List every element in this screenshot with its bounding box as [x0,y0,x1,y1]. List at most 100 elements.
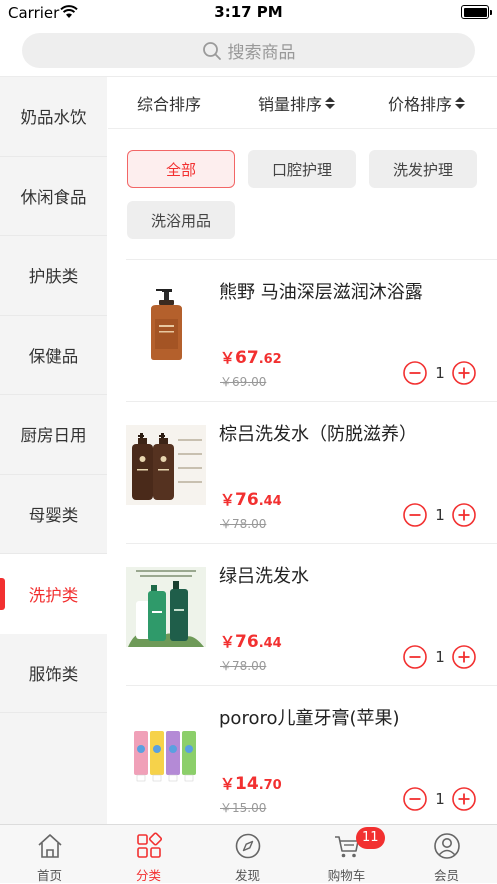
decrease-button[interactable] [403,787,427,811]
tab-label: 发现 [234,868,260,883]
tab-label: 分类 [135,868,161,883]
divider [126,259,497,260]
sort-arrows-icon [325,96,336,110]
sort-comprehensive[interactable]: 综合排序 [137,77,201,129]
sort-price[interactable]: 价格排序 [388,77,466,129]
divider [126,685,497,686]
product-card[interactable]: pororo儿童牙膏(苹果) ￥14.70 ￥15.00 1 [108,685,497,827]
chip-bath[interactable]: 洗浴用品 [127,201,235,239]
sidebar-item-dairy-drinks[interactable]: 奶品水饮 [0,77,107,157]
price-integer: 76 [235,490,259,510]
increase-button[interactable] [452,787,476,811]
active-indicator [0,578,5,610]
battery-icon [461,5,492,19]
tab-category[interactable]: 分类 [99,825,198,884]
cart-badge: 11 [356,827,385,849]
product-price: ￥76.44 [220,631,282,652]
chip-all[interactable]: 全部 [127,150,235,188]
product-price: ￥67.62 [220,347,282,368]
sidebar-item-label: 服饰类 [28,664,79,684]
search-icon [202,41,221,60]
chip-label: 口腔护理 [271,160,332,179]
sort-sales[interactable]: 销量排序 [258,77,336,129]
chip-label: 全部 [165,160,196,179]
decrease-button[interactable] [403,645,427,669]
product-name: pororo儿童牙膏(苹果) [219,708,400,729]
sidebar-item-label: 护肤类 [28,267,79,287]
sidebar-item-label: 奶品水饮 [20,108,87,128]
increase-button[interactable] [452,361,476,385]
tab-bar: 首页 分类 发现 购物车 会员 [0,824,497,883]
quantity: 1 [435,790,445,808]
product-image [126,567,206,647]
category-sidebar: 奶品水饮 休闲食品 护肤类 保健品 厨房日用 母婴类 洗护类 服饰类 [0,77,107,824]
tab-discover[interactable]: 发现 [198,825,297,884]
increase-button[interactable] [452,503,476,527]
sort-label: 综合排序 [137,95,202,114]
product-name: 棕吕洗发水（防脱滋养） [219,424,417,445]
search-placeholder: 搜索商品 [227,43,296,63]
price-decimal: .70 [258,778,282,793]
price-decimal: .44 [258,494,282,509]
divider [126,401,497,402]
chip-oral-care[interactable]: 口腔护理 [248,150,356,188]
sidebar-item-label: 休闲食品 [20,187,87,207]
currency-symbol: ￥ [220,633,236,651]
home-icon [38,834,62,858]
price-integer: 76 [235,632,259,652]
sidebar-item-health[interactable]: 保健品 [0,316,107,395]
chip-label: 洗浴用品 [150,211,211,230]
sidebar-item-baby[interactable]: 母婴类 [0,475,107,554]
tab-home[interactable]: 首页 [0,825,99,884]
quantity: 1 [435,648,445,666]
original-price: ￥15.00 [220,801,267,815]
original-price: ￥78.00 [220,659,267,673]
original-price: ￥78.00 [220,517,267,531]
currency-symbol: ￥ [220,349,236,367]
product-card[interactable]: 棕吕洗发水（防脱滋养） ￥76.44 ￥78.00 1 [108,401,497,543]
tab-label: 购物车 [327,868,366,883]
product-name: 绿吕洗发水 [219,566,309,587]
search-bar[interactable]: 搜索商品 [22,33,475,68]
price-integer: 67 [235,348,259,368]
product-price: ￥14.70 [220,773,282,794]
sidebar-item-kitchen[interactable]: 厨房日用 [0,395,107,475]
chip-label: 洗发护理 [392,160,453,179]
currency-symbol: ￥ [220,491,236,509]
sidebar-item-label: 厨房日用 [20,426,87,446]
price-decimal: .62 [258,352,282,367]
product-image [126,709,206,789]
sidebar-item-label: 保健品 [28,346,79,366]
product-card[interactable]: 绿吕洗发水 ￥76.44 ￥78.00 1 [108,543,497,685]
product-image [126,425,206,505]
tab-member[interactable]: 会员 [397,825,496,884]
divider [126,543,497,544]
sidebar-item-label: 洗护类 [28,585,79,605]
clock: 3:17 PM [214,3,283,21]
quantity: 1 [435,364,445,382]
sidebar-item-label: 母婴类 [28,505,79,525]
quantity: 1 [435,506,445,524]
tab-label: 会员 [433,868,459,883]
sort-arrows-icon [455,96,466,110]
sidebar-item-washcare[interactable]: 洗护类 [0,554,107,634]
product-card[interactable]: 熊野 马油深层滋润沐浴露 ￥67.62 ￥69.00 1 [108,259,497,401]
sidebar-item-skincare[interactable]: 护肤类 [0,236,107,316]
sidebar-item-apparel[interactable]: 服饰类 [0,634,107,713]
compass-icon [235,833,261,859]
sort-bar: 综合排序 销量排序 价格排序 [108,77,497,129]
category-icon [137,832,163,858]
price-integer: 14 [235,774,259,794]
original-price: ￥69.00 [220,375,267,389]
decrease-button[interactable] [403,503,427,527]
increase-button[interactable] [452,645,476,669]
status-bar: Carrier 3:17 PM [0,0,497,26]
tab-label: 首页 [36,868,62,883]
product-name: 熊野 马油深层滋润沐浴露 [219,282,423,303]
currency-symbol: ￥ [220,775,236,793]
sidebar-item-snacks[interactable]: 休闲食品 [0,157,107,236]
price-decimal: .44 [258,636,282,651]
decrease-button[interactable] [403,361,427,385]
sort-label: 价格排序 [388,95,453,114]
chip-hair-care[interactable]: 洗发护理 [369,150,477,188]
